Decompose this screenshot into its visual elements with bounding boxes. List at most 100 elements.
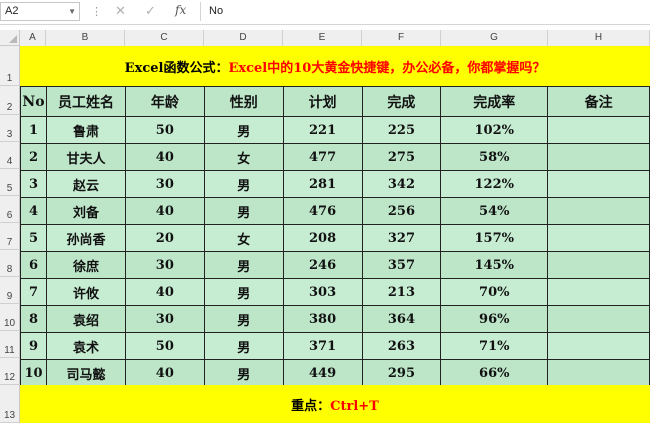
table-cell[interactable]: 男 [203,332,284,360]
header-cell[interactable]: 完成率 [440,86,549,117]
column-header-g[interactable]: G [441,30,548,46]
table-cell[interactable]: 58% [440,143,549,171]
table-cell[interactable]: 221 [282,116,363,144]
row-header-3[interactable]: 3 [0,115,20,142]
table-cell[interactable]: 男 [203,278,284,306]
table-cell[interactable]: 男 [203,116,284,144]
row-header-1[interactable]: 1 [0,46,20,86]
table-cell[interactable]: 20 [124,224,205,252]
row-header-5[interactable]: 5 [0,169,20,196]
table-cell[interactable]: 40 [124,359,205,387]
table-cell[interactable]: 孙尚香 [45,224,126,252]
table-cell[interactable]: 371 [282,332,363,360]
table-cell[interactable]: 徐庶 [45,251,126,279]
table-cell[interactable]: 96% [440,305,549,333]
table-cell[interactable]: 鲁肃 [45,116,126,144]
table-cell[interactable]: 476 [282,197,363,225]
table-cell[interactable]: 女 [203,143,284,171]
table-cell[interactable]: 40 [124,143,205,171]
table-cell[interactable] [547,359,650,387]
table-cell[interactable]: 342 [361,170,442,198]
row-header-2[interactable]: 2 [0,86,20,115]
table-cell[interactable]: 357 [361,251,442,279]
table-cell[interactable] [547,251,650,279]
table-cell[interactable]: 男 [203,251,284,279]
table-cell[interactable]: 70% [440,278,549,306]
table-cell[interactable]: 145% [440,251,549,279]
table-cell[interactable]: 327 [361,224,442,252]
row-header-12[interactable]: 12 [0,358,20,385]
enter-icon[interactable]: ✓ [145,3,156,19]
table-cell[interactable]: 40 [124,278,205,306]
table-cell[interactable]: 54% [440,197,549,225]
table-cell[interactable]: 袁绍 [45,305,126,333]
table-cell[interactable]: 380 [282,305,363,333]
table-cell[interactable]: 男 [203,197,284,225]
table-cell[interactable]: 281 [282,170,363,198]
column-header-a[interactable]: A [20,30,46,46]
table-cell[interactable]: 男 [203,305,284,333]
table-cell[interactable]: 30 [124,251,205,279]
table-cell[interactable] [547,224,650,252]
table-cell[interactable]: 男 [203,170,284,198]
cancel-icon[interactable]: ✕ [115,3,126,19]
table-cell[interactable]: 女 [203,224,284,252]
column-header-c[interactable]: C [125,30,204,46]
table-cell[interactable]: 许攸 [45,278,126,306]
table-cell[interactable] [547,278,650,306]
column-header-h[interactable]: H [548,30,650,46]
table-cell[interactable]: 4 [20,197,47,225]
table-cell[interactable]: 208 [282,224,363,252]
table-cell[interactable]: 40 [124,197,205,225]
row-header-11[interactable]: 11 [0,331,20,358]
table-cell[interactable]: 263 [361,332,442,360]
footer-cell[interactable]: 重点：Ctrl+T [20,385,650,423]
column-header-f[interactable]: F [362,30,441,46]
table-cell[interactable]: 5 [20,224,47,252]
table-cell[interactable]: 303 [282,278,363,306]
table-cell[interactable] [547,305,650,333]
table-cell[interactable]: 295 [361,359,442,387]
table-cell[interactable]: 30 [124,170,205,198]
table-cell[interactable]: 6 [20,251,47,279]
header-cell[interactable]: 员工姓名 [45,86,126,117]
header-cell[interactable]: 完成 [361,86,442,117]
column-header-b[interactable]: B [46,30,125,46]
table-cell[interactable]: 449 [282,359,363,387]
table-cell[interactable]: 50 [124,116,205,144]
table-cell[interactable]: 364 [361,305,442,333]
row-header-8[interactable]: 8 [0,250,20,277]
table-cell[interactable]: 刘备 [45,197,126,225]
table-cell[interactable]: 157% [440,224,549,252]
formula-input[interactable]: No [200,2,650,21]
row-header-4[interactable]: 4 [0,142,20,169]
table-cell[interactable]: 甘夫人 [45,143,126,171]
table-cell[interactable]: 10 [20,359,47,387]
table-cell[interactable]: 275 [361,143,442,171]
row-header-6[interactable]: 6 [0,196,20,223]
table-cell[interactable]: 袁术 [45,332,126,360]
table-cell[interactable]: 256 [361,197,442,225]
chevron-down-icon[interactable]: ▼ [68,3,76,20]
name-box[interactable]: A2 ▼ [0,2,80,21]
insert-function-icon[interactable]: fx [175,3,186,17]
table-cell[interactable]: 1 [20,116,47,144]
table-cell[interactable]: 71% [440,332,549,360]
table-cell[interactable]: 30 [124,305,205,333]
table-cell[interactable]: 477 [282,143,363,171]
table-cell[interactable] [547,332,650,360]
table-cell[interactable]: 9 [20,332,47,360]
select-all-button[interactable] [0,30,20,46]
header-cell[interactable]: 年龄 [124,86,205,117]
row-header-13[interactable]: 13 [0,385,20,423]
header-cell[interactable]: 备注 [547,86,650,117]
header-cell[interactable]: 性别 [203,86,284,117]
row-header-7[interactable]: 7 [0,223,20,250]
table-cell[interactable]: 246 [282,251,363,279]
header-cell[interactable]: 计划 [282,86,363,117]
table-cell[interactable]: 66% [440,359,549,387]
table-cell[interactable]: 225 [361,116,442,144]
row-header-10[interactable]: 10 [0,304,20,331]
table-cell[interactable]: 7 [20,278,47,306]
table-cell[interactable] [547,143,650,171]
